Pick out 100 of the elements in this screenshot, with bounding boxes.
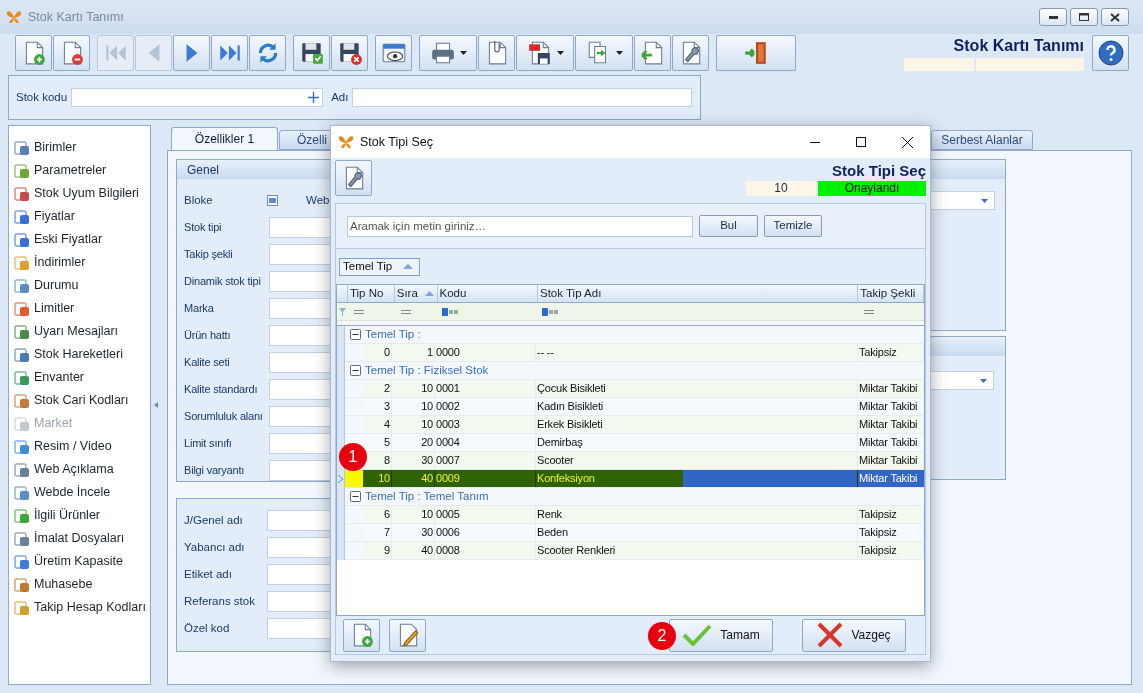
group-row[interactable]: Temel Tip : Fiziksel Stok [345,362,924,380]
toolbar-button[interactable] [53,35,90,71]
cross-icon [817,622,844,648]
sidebar-item[interactable]: Stok Uyum Bilgileri [34,184,139,203]
sidebar-item[interactable]: Envanter [34,368,85,387]
item-icon [14,323,30,340]
column-header[interactable]: Sıra [394,285,438,302]
close-button[interactable] [1101,8,1129,26]
column-header[interactable]: Stok Tip Adı [538,285,859,302]
field-label: Marka [184,301,215,317]
table-cell: 20 [392,434,435,451]
sidebar-item[interactable]: Parametreler [34,161,107,180]
table-cell: 10 [392,506,435,523]
column-header[interactable]: Kodu [437,285,538,302]
toolbar-button[interactable] [672,35,709,71]
column-header-label: Sıra [396,285,418,301]
toolbar-button[interactable] [575,35,633,71]
help-button[interactable] [1092,35,1129,71]
table-row[interactable]: 7 30 0006 Beden Takipsiz [345,524,924,542]
toolbar-button[interactable] [293,35,330,71]
sidebar-item[interactable]: Takip Hesap Kodları [34,598,146,617]
table-row[interactable]: 10 40 0009 Konfeksiyon Miktar Takibi [345,470,924,488]
find-button[interactable]: Bul [699,215,758,237]
table-row[interactable]: 3 10 0002 Kadın Bisikleti Miktar Takibi [345,398,924,416]
table-row[interactable]: 9 40 0008 Scooter Renkleri Takipsiz [345,542,924,560]
sidebar-item[interactable]: Üretim Kapasite [34,552,123,571]
table-row[interactable]: 6 10 0005 Renk Takipsiz [345,506,924,524]
sidebar-item[interactable]: Eski Fiyatlar [34,230,103,249]
field-label: J/Genel adı [184,512,244,528]
table-cell: 1 [392,344,435,361]
table-cell: Scooter Renkleri [536,542,858,559]
sidebar-item[interactable]: Fiyatlar [34,207,75,226]
toolbar-button[interactable] [211,35,248,71]
edit-button[interactable] [389,618,426,652]
pdf-floppy-icon [526,40,553,66]
sidebar-item[interactable]: İmalat Dosyaları [34,529,125,548]
sidebar-item[interactable]: Durumu [34,276,79,295]
toolbar-button[interactable] [331,35,368,71]
collapse-icon[interactable] [350,329,361,340]
equals-icon [864,309,875,314]
close-icon [901,136,913,148]
clear-button[interactable]: Temizle [764,215,822,237]
filter-icon [338,307,346,316]
sidebar-item[interactable]: Stok Hareketleri [34,345,123,364]
restore-button[interactable] [1070,8,1098,26]
column-header[interactable]: Tip No [347,285,395,302]
tab[interactable]: Özellikler 1 [171,127,278,150]
group-row[interactable]: Temel Tip : [345,326,924,344]
toolbar-button[interactable] [249,35,286,71]
collapse-icon[interactable] [350,365,361,376]
table-cell: -- -- [536,344,858,361]
sidebar-item[interactable]: Webde İncele [34,483,111,502]
input-field[interactable] [71,88,324,107]
sidebar-item[interactable]: Limitler [34,299,75,318]
tools-button[interactable] [335,160,372,196]
table-cell: 0009 [435,470,536,487]
dropdown-arrow-icon [981,198,988,203]
toolbar-button[interactable] [516,35,574,71]
ok-button[interactable]: Tamam [669,618,773,652]
close-icon [1110,12,1120,22]
row-selector-strip[interactable] [337,326,345,560]
new-button[interactable] [343,618,380,652]
field-label: Özel kod [184,620,231,636]
field-label: Etiket adı [184,566,233,582]
table-cell: 30 [392,524,435,541]
table-row[interactable]: 0 1 0000 -- -- Takipsiz [345,344,924,362]
table-cell: 0008 [435,542,536,559]
item-icon [14,461,30,478]
toolbar-button[interactable] [419,35,477,71]
sidebar-item[interactable]: Resim / Video [34,437,112,456]
group-row-label: Temel Tip : Fiziksel Stok [365,362,489,378]
field-label: Web [306,192,330,208]
minimize-button[interactable] [1039,8,1067,26]
group-row[interactable]: Temel Tip : Temel Tanım [345,488,924,506]
table-cell: Miktar Takibi [858,452,924,469]
column-header[interactable]: Takip Şekli [858,285,924,302]
sidebar-item[interactable]: Birimler [34,138,77,157]
table-row[interactable]: 2 10 0001 Çocuk Bisikleti Miktar Takibi [345,380,924,398]
collapse-icon[interactable] [350,491,361,502]
input-field[interactable] [352,88,693,107]
field-label: Yabancı adı [184,539,246,555]
sidebar-item[interactable]: İndirimler [34,253,86,272]
checkbox-icon[interactable] [267,195,278,206]
exit-door-icon [743,40,769,66]
sidebar-item[interactable]: Uyarı Mesajları [34,322,119,341]
sidebar-item[interactable]: Stok Cari Kodları [34,391,129,410]
group-by-chip[interactable]: Temel Tip [339,257,420,276]
text-filter-icon [542,307,558,316]
toolbar-button[interactable] [375,35,412,71]
toolbar-button[interactable] [173,35,210,71]
sidebar-item[interactable]: Muhasebe [34,575,93,594]
tab[interactable]: Serbest Alanlar [931,130,1033,150]
table-cell: 10 [363,470,392,487]
sidebar-item[interactable]: İlgili Ürünler [34,506,100,525]
table-cell: Takipsiz [858,542,924,559]
cancel-button[interactable]: Vazgeç [802,618,906,652]
sidebar-item[interactable]: Web Açıklama [34,460,114,479]
toolbar-button[interactable] [716,35,796,71]
search-field[interactable]: Aramak için metin giriniz… [347,215,693,237]
table-row[interactable]: 4 10 0003 Erkek Bisikleti Miktar Takibi [345,416,924,434]
